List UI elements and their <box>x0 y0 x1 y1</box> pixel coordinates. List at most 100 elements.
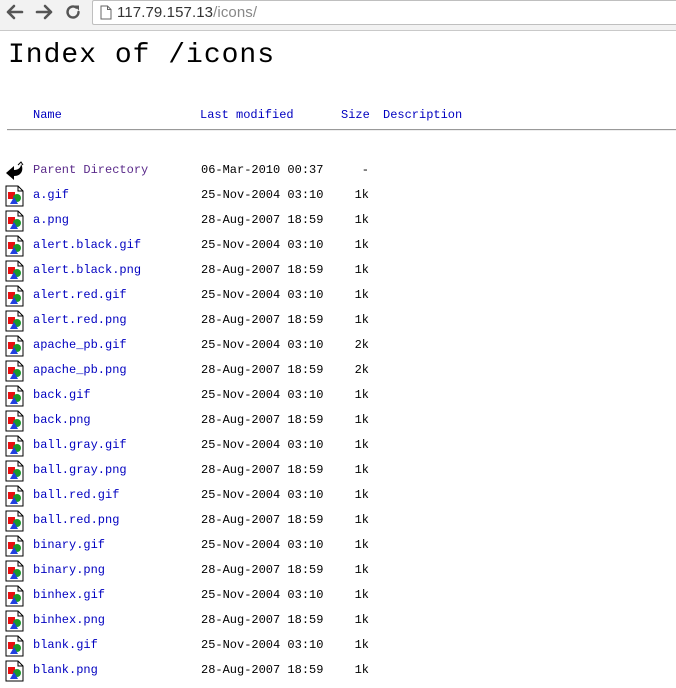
image-file-icon <box>5 485 24 507</box>
file-link[interactable]: alert.black.gif <box>33 238 141 252</box>
file-modified: 25-Nov-2004 03:10 <box>201 338 324 352</box>
image-file-icon <box>5 285 24 307</box>
file-modified: 25-Nov-2004 03:10 <box>201 288 324 302</box>
header-divider <box>7 129 676 131</box>
image-file-icon <box>5 510 24 532</box>
forward-button[interactable] <box>33 2 55 22</box>
file-link[interactable]: apache_pb.png <box>33 363 127 377</box>
file-row: ball.red.gif 25-Nov-2004 03:10 1k <box>0 485 676 513</box>
file-size: 1k <box>354 313 369 327</box>
url-text: 117.79.157.13/icons/ <box>117 4 257 21</box>
file-link[interactable]: blank.gif <box>33 638 98 652</box>
sort-by-modified-link[interactable]: Last modified <box>200 108 294 122</box>
image-file-icon <box>5 385 24 407</box>
back-arrow-icon <box>6 161 24 180</box>
back-button[interactable] <box>4 2 26 22</box>
file-link[interactable]: apache_pb.gif <box>33 338 127 352</box>
file-link[interactable]: binhex.png <box>33 613 105 627</box>
file-modified: 28-Aug-2007 18:59 <box>201 663 324 677</box>
file-size: 1k <box>354 663 369 677</box>
image-file-icon <box>5 360 24 382</box>
image-file-icon <box>5 635 24 657</box>
file-modified: 28-Aug-2007 18:59 <box>201 363 324 377</box>
image-file-icon <box>5 535 24 557</box>
file-link[interactable]: alert.red.png <box>33 313 127 327</box>
file-size: 1k <box>354 613 369 627</box>
parent-directory-link[interactable]: Parent Directory <box>33 163 148 177</box>
image-file-icon <box>5 335 24 357</box>
page-content: Index of /icons Name Last modified Size … <box>0 31 676 682</box>
image-file-icon <box>5 660 24 682</box>
file-link[interactable]: a.png <box>33 213 69 227</box>
image-file-icon <box>5 460 24 482</box>
file-modified: 28-Aug-2007 18:59 <box>201 263 324 277</box>
file-link[interactable]: ball.gray.png <box>33 463 127 477</box>
file-modified: 25-Nov-2004 03:10 <box>201 238 324 252</box>
image-file-icon <box>5 435 24 457</box>
file-link[interactable]: a.gif <box>33 188 69 202</box>
address-bar[interactable]: 117.79.157.13/icons/ <box>92 0 676 25</box>
file-modified: 25-Nov-2004 03:10 <box>201 588 324 602</box>
file-row: blank.gif 25-Nov-2004 03:10 1k <box>0 635 676 663</box>
file-size: 2k <box>354 338 369 352</box>
file-size: 1k <box>354 638 369 652</box>
file-size: 1k <box>354 288 369 302</box>
url-host: 117.79.157.13 <box>117 4 214 21</box>
file-modified: 28-Aug-2007 18:59 <box>201 463 324 477</box>
file-modified: 25-Nov-2004 03:10 <box>201 538 324 552</box>
file-row: binary.gif 25-Nov-2004 03:10 1k <box>0 535 676 563</box>
file-modified: 25-Nov-2004 03:10 <box>201 638 324 652</box>
file-link[interactable]: ball.gray.gif <box>33 438 127 452</box>
reload-icon <box>66 5 80 19</box>
image-file-icon <box>5 260 24 282</box>
file-link[interactable]: alert.black.png <box>33 263 141 277</box>
file-size: 1k <box>354 438 369 452</box>
file-link[interactable]: binary.png <box>33 563 105 577</box>
file-modified: 25-Nov-2004 03:10 <box>201 388 324 402</box>
reload-button[interactable] <box>62 2 84 22</box>
file-size: 1k <box>354 388 369 402</box>
file-row: ball.red.png 28-Aug-2007 18:59 1k <box>0 510 676 538</box>
browser-toolbar: 117.79.157.13/icons/ <box>0 0 676 31</box>
file-row: a.gif 25-Nov-2004 03:10 1k <box>0 185 676 213</box>
sort-by-name-link[interactable]: Name <box>33 108 62 122</box>
file-size: 1k <box>354 413 369 427</box>
file-modified: 25-Nov-2004 03:10 <box>201 188 324 202</box>
image-file-icon <box>5 210 24 232</box>
file-modified: 28-Aug-2007 18:59 <box>201 313 324 327</box>
page-icon <box>100 5 112 20</box>
file-modified: 25-Nov-2004 03:10 <box>201 488 324 502</box>
file-row: a.png 28-Aug-2007 18:59 1k <box>0 210 676 238</box>
image-file-icon <box>5 235 24 257</box>
image-file-icon <box>5 410 24 432</box>
file-modified: 25-Nov-2004 03:10 <box>201 438 324 452</box>
file-link[interactable]: blank.png <box>33 663 98 677</box>
image-file-icon <box>5 610 24 632</box>
sort-by-description-link[interactable]: Description <box>383 108 462 122</box>
page-title: Index of /icons <box>8 40 276 71</box>
image-file-icon <box>5 310 24 332</box>
file-link[interactable]: back.png <box>33 413 91 427</box>
file-link[interactable]: binhex.gif <box>33 588 105 602</box>
sort-by-size-link[interactable]: Size <box>341 108 370 122</box>
file-link[interactable]: ball.red.gif <box>33 488 119 502</box>
file-size: 1k <box>354 238 369 252</box>
file-link[interactable]: back.gif <box>33 388 91 402</box>
file-modified: 28-Aug-2007 18:59 <box>201 613 324 627</box>
file-row: alert.black.png 28-Aug-2007 18:59 1k <box>0 260 676 288</box>
file-modified: 28-Aug-2007 18:59 <box>201 513 324 527</box>
file-modified: 28-Aug-2007 18:59 <box>201 563 324 577</box>
file-link[interactable]: alert.red.gif <box>33 288 127 302</box>
file-link[interactable]: ball.red.png <box>33 513 119 527</box>
parent-modified: 06-Mar-2010 00:37 <box>201 163 324 177</box>
file-row: ball.gray.png 28-Aug-2007 18:59 1k <box>0 460 676 488</box>
file-row: binhex.gif 25-Nov-2004 03:10 1k <box>0 585 676 613</box>
file-size: 1k <box>354 538 369 552</box>
image-file-icon <box>5 560 24 582</box>
file-link[interactable]: binary.gif <box>33 538 105 552</box>
file-size: 1k <box>354 513 369 527</box>
file-row: back.png 28-Aug-2007 18:59 1k <box>0 410 676 438</box>
file-row: apache_pb.gif 25-Nov-2004 03:10 2k <box>0 335 676 363</box>
file-row: alert.black.gif 25-Nov-2004 03:10 1k <box>0 235 676 263</box>
image-file-icon <box>5 185 24 207</box>
